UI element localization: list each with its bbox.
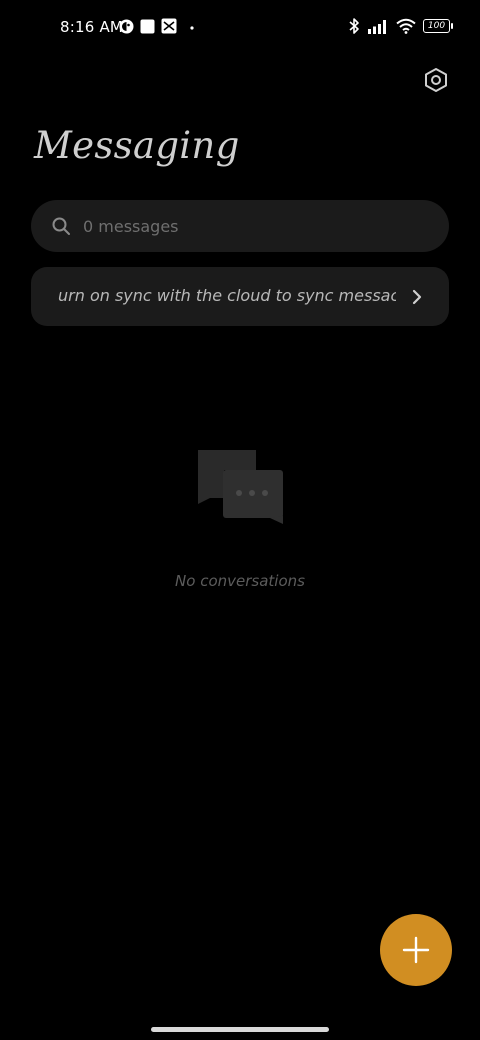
- bluetooth-icon: [349, 18, 359, 34]
- search-icon: [51, 216, 71, 236]
- status-left-icons: [119, 18, 197, 34]
- square-icon: [140, 19, 155, 33]
- face-icon: [119, 19, 134, 33]
- search-bar[interactable]: [31, 200, 449, 252]
- home-indicator[interactable]: [151, 1027, 329, 1032]
- status-time: 8:16 AM: [60, 18, 124, 36]
- sync-box-icon: [161, 18, 177, 34]
- page-title: Messaging: [34, 124, 240, 167]
- sync-banner[interactable]: urn on sync with the cloud to sync messa…: [31, 267, 449, 326]
- sync-banner-text: urn on sync with the cloud to sync messa…: [58, 286, 396, 305]
- wifi-icon: [396, 18, 416, 34]
- plus-icon: [402, 936, 430, 964]
- status-right-icons: 100: [348, 17, 453, 35]
- chevron-right-icon: [409, 287, 425, 307]
- messaging-screen: 8:16 AM 100 Messaging 0 messages urn on …: [0, 0, 480, 1040]
- battery-icon: 100: [423, 19, 453, 33]
- settings-hexagon-icon: [425, 68, 447, 92]
- settings-button[interactable]: [420, 64, 452, 96]
- chat-bubbles-icon: [196, 448, 286, 528]
- search-input[interactable]: [83, 216, 403, 236]
- dot-icon: [190, 25, 194, 30]
- empty-state-text: No conversations: [175, 572, 305, 590]
- battery-level: 100: [427, 21, 446, 31]
- signal-icon: [368, 19, 386, 34]
- status-bar: 8:16 AM 100: [0, 0, 480, 56]
- new-conversation-button[interactable]: [380, 914, 452, 986]
